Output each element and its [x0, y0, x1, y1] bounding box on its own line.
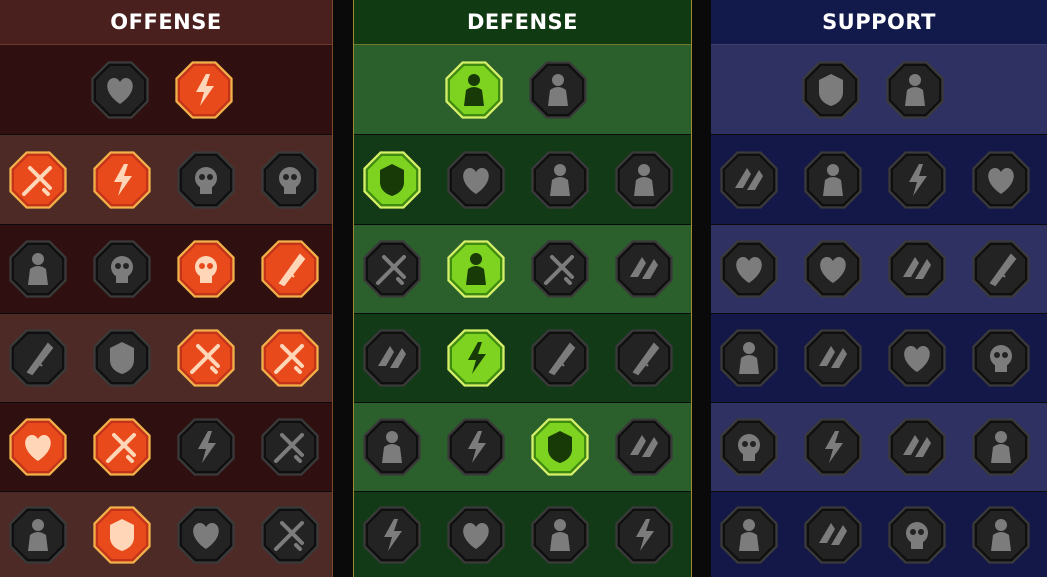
- crossed-blades-icon[interactable]: [612, 148, 676, 212]
- swift-boot-icon[interactable]: [969, 148, 1033, 212]
- swirling-hand-icon[interactable]: [883, 58, 947, 122]
- fanged-jaws-icon[interactable]: [90, 237, 154, 301]
- knight-shield-icon[interactable]: [444, 237, 508, 301]
- arched-shield-icon[interactable]: [801, 148, 865, 212]
- sword-dagger-icon[interactable]: [6, 326, 70, 390]
- spiked-skull-icon[interactable]: [258, 503, 322, 567]
- fierce-eyes-icon[interactable]: [969, 326, 1033, 390]
- sparkle-blade-icon[interactable]: [6, 503, 70, 567]
- pierced-heart-icon[interactable]: [258, 148, 322, 212]
- lightning-shield-icon[interactable]: [801, 237, 865, 301]
- defense-header: DEFENSE: [354, 0, 691, 45]
- bull-head-icon[interactable]: [612, 326, 676, 390]
- compass-star-icon[interactable]: [717, 415, 781, 479]
- ability-row: [711, 314, 1047, 402]
- ability-row: [354, 225, 691, 313]
- hooded-face-icon[interactable]: [612, 237, 676, 301]
- archer-figure-icon[interactable]: [360, 237, 424, 301]
- shield-arrow-icon[interactable]: [174, 148, 238, 212]
- dashing-figure-icon[interactable]: [360, 415, 424, 479]
- magic-figure-icon[interactable]: [717, 237, 781, 301]
- healing-heart-icon[interactable]: [799, 58, 863, 122]
- flaming-skull-icon[interactable]: [885, 148, 949, 212]
- arrows-target-icon[interactable]: [6, 415, 70, 479]
- flaming-sword-icon[interactable]: [172, 58, 236, 122]
- ability-row: [711, 135, 1047, 224]
- triple-skull-icon[interactable]: [90, 415, 154, 479]
- column-divider: [333, 0, 353, 577]
- lightning-crack-icon[interactable]: [885, 237, 949, 301]
- chained-heart-icon[interactable]: [717, 326, 781, 390]
- stacked-armor-icon[interactable]: [442, 58, 506, 122]
- ability-row: [354, 403, 691, 491]
- ability-row: [354, 314, 691, 402]
- sword-circle-icon[interactable]: [174, 415, 238, 479]
- heart-icon[interactable]: [528, 237, 592, 301]
- fist-strike-icon[interactable]: [90, 326, 154, 390]
- offense-column: OFFENSE: [0, 0, 333, 577]
- ability-row: [0, 314, 332, 402]
- twin-figures-icon[interactable]: [969, 237, 1033, 301]
- grim-skull-icon[interactable]: [801, 503, 865, 567]
- ability-row: [0, 403, 332, 491]
- muscle-warrior-icon[interactable]: [258, 415, 322, 479]
- radiant-skull-icon[interactable]: [528, 415, 592, 479]
- flaming-helm-icon[interactable]: [90, 503, 154, 567]
- support-column: SUPPORT: [711, 0, 1047, 577]
- ability-row: [354, 45, 691, 134]
- anatomical-heart-icon[interactable]: [444, 148, 508, 212]
- feral-beast-icon[interactable]: [360, 503, 424, 567]
- arrow-volley-icon[interactable]: [6, 237, 70, 301]
- ability-row: [0, 225, 332, 313]
- crossed-swords-icon[interactable]: [88, 58, 152, 122]
- ability-row: [0, 45, 332, 134]
- grasping-hand-icon[interactable]: [885, 503, 949, 567]
- all-seeing-eye-icon[interactable]: [885, 415, 949, 479]
- comet-strike-icon[interactable]: [801, 326, 865, 390]
- ability-row: [0, 492, 332, 577]
- ability-row: [711, 225, 1047, 313]
- open-hand-icon[interactable]: [528, 326, 592, 390]
- crowd-figures-icon[interactable]: [360, 326, 424, 390]
- defense-column: DEFENSE: [353, 0, 692, 577]
- ability-row: [354, 492, 691, 577]
- flexing-figure-icon[interactable]: [612, 503, 676, 567]
- ability-row: [0, 135, 332, 224]
- armored-body-icon[interactable]: [528, 148, 592, 212]
- dancing-figure-icon[interactable]: [969, 415, 1033, 479]
- skull-slash-icon[interactable]: [174, 237, 238, 301]
- raised-fist-icon[interactable]: [526, 58, 590, 122]
- lightning-chain-icon[interactable]: [258, 326, 322, 390]
- ability-row: [711, 492, 1047, 577]
- ability-row: [711, 403, 1047, 491]
- ability-row: [711, 45, 1047, 134]
- horned-beast-icon[interactable]: [174, 503, 238, 567]
- dagger-hand-icon[interactable]: [258, 237, 322, 301]
- chevron-shield-icon[interactable]: [360, 148, 424, 212]
- claw-marks-icon[interactable]: [444, 415, 508, 479]
- hourglass-icon[interactable]: [444, 326, 508, 390]
- open-book-icon[interactable]: [885, 326, 949, 390]
- axe-slash-icon[interactable]: [174, 326, 238, 390]
- eagle-head-icon[interactable]: [969, 503, 1033, 567]
- offense-header: OFFENSE: [0, 0, 332, 45]
- support-header: SUPPORT: [711, 0, 1047, 45]
- deflect-slash-icon[interactable]: [612, 415, 676, 479]
- winged-shield-icon[interactable]: [444, 503, 508, 567]
- column-divider: [691, 0, 711, 577]
- demon-figure-icon[interactable]: [6, 148, 70, 212]
- praying-hands-icon[interactable]: [717, 148, 781, 212]
- cracked-skull-icon[interactable]: [528, 503, 592, 567]
- ability-row: [354, 135, 691, 224]
- speed-boot-icon[interactable]: [801, 415, 865, 479]
- potion-flask-icon[interactable]: [717, 503, 781, 567]
- slashing-blade-icon[interactable]: [90, 148, 154, 212]
